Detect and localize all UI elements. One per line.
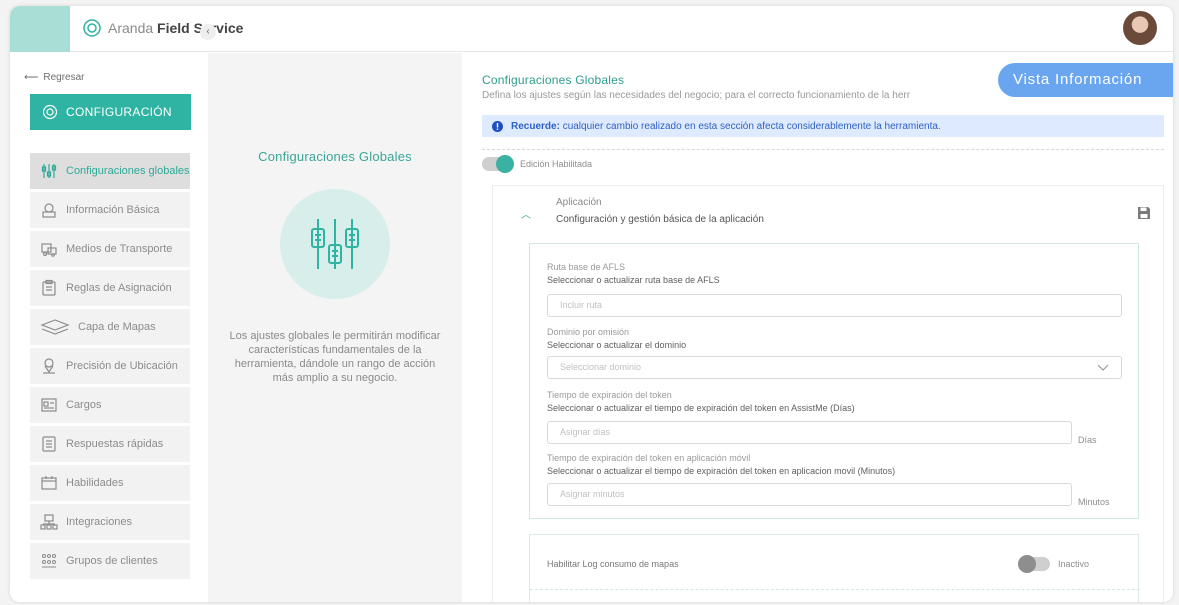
divider bbox=[482, 149, 1164, 150]
collapse-sidebar-button[interactable]: ‹ bbox=[200, 24, 216, 40]
ruta-label: Ruta base de AFLS bbox=[547, 262, 626, 272]
edit-toggle-row: Edición Habilitada bbox=[482, 155, 593, 173]
sidebar-item-label: Integraciones bbox=[66, 516, 133, 528]
token-movil-help: Seleccionar o actualizar el tiempo de ex… bbox=[547, 466, 896, 476]
info-panel-title: Configuraciones Globales bbox=[258, 149, 412, 164]
brand-accent-block bbox=[10, 6, 70, 52]
application-section: ︿ Aplicación Configuración y gestión bás… bbox=[492, 185, 1164, 602]
gear-icon bbox=[42, 104, 58, 120]
dominio-label: Dominio por omisión bbox=[547, 327, 630, 337]
dominio-select-placeholder: Seleccionar dominio bbox=[560, 362, 642, 372]
sidebar-item-configuraciones-globales[interactable]: Configuraciones globales bbox=[30, 153, 190, 189]
vista-informacion-button[interactable]: Vista Información bbox=[998, 63, 1173, 97]
page-title: Configuraciones Globales bbox=[482, 73, 625, 87]
app-window: Aranda Field Service ⟵ Regresar CONFIGUR… bbox=[10, 6, 1173, 602]
divider bbox=[530, 589, 1140, 590]
chevron-left-icon: ‹ bbox=[206, 26, 210, 37]
sidebar: ⟵ Regresar CONFIGURACIÓN Configuraciones… bbox=[10, 53, 208, 602]
sidebar-item-respuestas-rapidas[interactable]: Respuestas rápidas bbox=[30, 426, 190, 462]
group-icon bbox=[42, 554, 56, 568]
dominio-help: Seleccionar o actualizar el dominio bbox=[547, 340, 687, 350]
user-avatar[interactable] bbox=[1123, 11, 1157, 45]
sidebar-item-integraciones[interactable]: Integraciones bbox=[30, 504, 190, 540]
sidebar-item-grupos-clientes[interactable]: Grupos de clientes bbox=[30, 543, 190, 579]
map-log-card: Habilitar Log consumo de mapas Inactivo bbox=[529, 534, 1140, 602]
token-unit: Días bbox=[1078, 435, 1097, 445]
document-icon bbox=[42, 436, 56, 452]
chevron-down-icon bbox=[1097, 364, 1109, 371]
brand-logo[interactable]: Aranda Field Service bbox=[82, 18, 243, 38]
dominio-select[interactable]: Seleccionar dominio bbox=[547, 356, 1122, 379]
sidebar-item-label: Capa de Mapas bbox=[78, 321, 156, 333]
map-log-toggle[interactable] bbox=[1018, 555, 1050, 573]
layers-icon bbox=[40, 319, 70, 335]
map-log-state: Inactivo bbox=[1058, 559, 1090, 569]
sidebar-item-medios-transporte[interactable]: Medios de Transporte bbox=[30, 231, 190, 267]
sliders-icon bbox=[41, 164, 57, 178]
token-input[interactable]: Asignar días bbox=[547, 421, 1072, 444]
ruta-input[interactable]: Incluir ruta bbox=[547, 294, 1122, 317]
token-movil-input[interactable]: Asignar minutos bbox=[547, 483, 1072, 506]
badge-icon bbox=[42, 203, 56, 218]
sidebar-item-cargos[interactable]: Cargos bbox=[30, 387, 190, 423]
edit-toggle-label: Edición Habilitada bbox=[520, 159, 593, 169]
sidebar-item-label: Medios de Transporte bbox=[66, 243, 173, 255]
section-title: Aplicación bbox=[556, 197, 602, 208]
save-icon[interactable] bbox=[1137, 206, 1151, 225]
ruta-help: Seleccionar o actualizar ruta base de AF… bbox=[547, 275, 720, 285]
info-panel-description: Los ajustes globales le permitirán modif… bbox=[229, 330, 441, 384]
sidebar-item-label: Información Básica bbox=[66, 204, 160, 216]
back-label: Regresar bbox=[43, 72, 85, 83]
page-subtitle: Defina los ajustes según las necesidades… bbox=[482, 90, 911, 101]
sidebar-item-informacion-basica[interactable]: Información Básica bbox=[30, 192, 190, 228]
main-content: Configuraciones Globales Defina los ajus… bbox=[462, 53, 1173, 602]
configuration-button[interactable]: CONFIGURACIÓN bbox=[30, 94, 191, 130]
top-bar: Aranda Field Service bbox=[10, 6, 1173, 52]
sidebar-item-capa-mapas[interactable]: Capa de Mapas bbox=[30, 309, 190, 345]
configuration-label: CONFIGURACIÓN bbox=[66, 105, 172, 119]
sidebar-item-label: Configuraciones globales bbox=[66, 165, 190, 177]
chevron-up-icon[interactable]: ︿ bbox=[521, 206, 531, 221]
sidebar-item-habilidades[interactable]: Habilidades bbox=[30, 465, 190, 501]
info-alert-icon bbox=[492, 120, 503, 132]
location-pin-logo-icon bbox=[83, 19, 101, 37]
notice-banner: Recuerde: cualquier cambio realizado en … bbox=[482, 115, 1164, 137]
sidebar-item-label: Respuestas rápidas bbox=[66, 438, 164, 450]
back-link[interactable]: ⟵ Regresar bbox=[24, 72, 84, 83]
token-movil-label: Tiempo de expiración del token en aplica… bbox=[547, 453, 751, 463]
sidebar-item-label: Precisión de Ubicación bbox=[66, 360, 178, 372]
sliders-illustration bbox=[280, 189, 390, 299]
brand-name: Aranda Field Service bbox=[108, 20, 244, 36]
token-label: Tiempo de expiración del token bbox=[547, 390, 672, 400]
section-subtitle: Configuración y gestión básica de la apl… bbox=[556, 214, 764, 225]
sidebar-item-label: Cargos bbox=[66, 399, 102, 411]
edit-enabled-toggle[interactable] bbox=[482, 155, 514, 173]
notice-text: Recuerde: cualquier cambio realizado en … bbox=[511, 120, 941, 132]
id-card-icon bbox=[41, 398, 57, 412]
arrow-back-icon: ⟵ bbox=[24, 72, 39, 83]
sliders-icon bbox=[311, 219, 359, 269]
transport-icon bbox=[41, 243, 57, 257]
token-movil-unit: Minutos bbox=[1078, 497, 1110, 507]
sidebar-item-label: Reglas de Asignación bbox=[66, 282, 172, 294]
location-icon bbox=[43, 358, 55, 374]
calendar-icon bbox=[41, 476, 57, 490]
application-settings-card: Ruta base de AFLS Seleccionar o actualiz… bbox=[529, 243, 1139, 519]
info-panel: Configuraciones Globales Los ajustes glo… bbox=[208, 53, 462, 602]
map-log-label: Habilitar Log consumo de mapas bbox=[547, 559, 679, 569]
sidebar-item-precision-ubicacion[interactable]: Precisión de Ubicación bbox=[30, 348, 190, 384]
clipboard-icon bbox=[42, 279, 56, 296]
sidebar-menu: Configuraciones globales Información Bás… bbox=[30, 153, 190, 582]
token-help: Seleccionar o actualizar el tiempo de ex… bbox=[547, 403, 855, 413]
sidebar-item-reglas-asignacion[interactable]: Reglas de Asignación bbox=[30, 270, 190, 306]
sidebar-item-label: Habilidades bbox=[66, 477, 124, 489]
network-icon bbox=[40, 514, 58, 530]
sidebar-item-label: Grupos de clientes bbox=[66, 555, 158, 567]
